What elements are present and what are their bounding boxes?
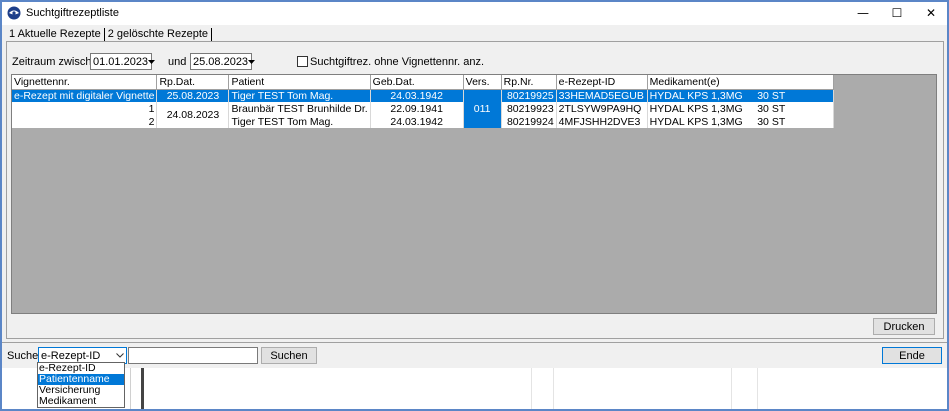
ende-button[interactable]: Ende	[882, 347, 942, 364]
cell-patient: Tiger TEST Tom Mag.	[228, 89, 371, 102]
dropdown-option-medikament[interactable]: Medikament	[38, 396, 124, 407]
cell-patient: Braunbär TEST Brunhilde Dr.	[228, 102, 371, 115]
tab-strip: 1 Aktuelle Rezepte 2 gelöschte Rezepte	[7, 27, 213, 41]
divider	[130, 368, 131, 411]
drucken-button[interactable]: Drucken	[873, 318, 935, 335]
ohne-vignette-label[interactable]: Suchtgiftrez. ohne Vignettennr. anz.	[310, 56, 484, 68]
main-window: Suchtgiftrezeptliste — ☐ ✕ 1 Aktuelle Re…	[0, 0, 949, 368]
cell-erezept: 33HEMAD5EGUB	[556, 89, 648, 102]
minimize-button[interactable]: —	[846, 1, 880, 25]
tab-separator	[211, 27, 213, 41]
background-area	[0, 368, 949, 411]
table-header: Vignettennr. Rp.Dat. Patient Geb.Dat. Ve…	[12, 75, 834, 90]
maximize-button[interactable]: ☐	[880, 1, 914, 25]
table-row[interactable]: e-Rezept mit digitaler Vignette 25.08.20…	[12, 89, 834, 128]
ohne-vignette-checkbox[interactable]	[297, 56, 308, 67]
cell-vignette: 2	[12, 115, 158, 128]
cell-gebdat: 24.03.1942	[370, 89, 464, 102]
cell-vignette: 1	[12, 102, 158, 115]
divider	[531, 368, 532, 411]
cell-rpnr: 80219923	[501, 102, 557, 115]
column-header-patient[interactable]: Patient	[228, 75, 371, 90]
column-header-vignette[interactable]: Vignettennr.	[12, 75, 158, 90]
date-to-picker[interactable]: 25.08.2023	[190, 53, 256, 70]
column-header-rpdat[interactable]: Rp.Dat.	[156, 75, 230, 90]
date-from-picker[interactable]: 01.01.2023	[90, 53, 156, 70]
cell-vers: 011	[463, 89, 502, 128]
tab-aktuelle-rezepte[interactable]: 1 Aktuelle Rezepte	[7, 28, 104, 40]
table-row[interactable]: 2 Tiger TEST Tom Mag. 24.03.1942 8021992…	[12, 115, 834, 128]
title-bar[interactable]: Suchtgiftrezeptliste — ☐ ✕	[1, 1, 948, 25]
close-button[interactable]: ✕	[914, 1, 948, 25]
cell-gebdat: 24.03.1942	[370, 115, 464, 128]
date-to-value: 25.08.2023	[193, 55, 249, 68]
column-header-erezept[interactable]: e-Rezept-ID	[556, 75, 648, 90]
column-header-rpnr[interactable]: Rp.Nr.	[501, 75, 557, 90]
cell-patient: Tiger TEST Tom Mag.	[228, 115, 371, 128]
divider	[731, 368, 732, 411]
cell-medikament: HYDAL KPS 1,3MG 30 ST	[647, 89, 834, 102]
cell-medikament: HYDAL KPS 1,3MG 30 ST	[647, 115, 834, 128]
date-from-value: 01.01.2023	[93, 55, 149, 68]
chevron-down-icon[interactable]	[248, 54, 256, 69]
cell-rpnr: 80219925	[501, 89, 557, 102]
cell-erezept: 2TLSYW9PA9HQ	[556, 102, 648, 115]
divider	[1, 342, 949, 343]
cell-rpnr: 80219924	[501, 115, 557, 128]
column-header-medikament[interactable]: Medikament(e)	[647, 75, 834, 90]
recipe-table: Vignettennr. Rp.Dat. Patient Geb.Dat. Ve…	[12, 75, 834, 128]
window-title: Suchtgiftrezeptliste	[26, 7, 119, 19]
search-input[interactable]	[128, 347, 258, 364]
cell-erezept: 4MFJSHH2DVE3	[556, 115, 648, 128]
search-field-value: e-Rezept-ID	[41, 349, 101, 362]
search-field-dropdown[interactable]: e-Rezept-ID Patientenname Versicherung M…	[37, 362, 125, 408]
chevron-down-icon[interactable]	[113, 348, 126, 363]
column-header-gebdat[interactable]: Geb.Dat.	[370, 75, 464, 90]
cell-vignette: e-Rezept mit digitaler Vignette	[12, 89, 158, 102]
column-header-vers[interactable]: Vers.	[463, 75, 502, 90]
und-label: und	[168, 56, 187, 68]
tab-geloeschte-rezepte[interactable]: 2 gelöschte Rezepte	[105, 28, 211, 40]
cell-medikament: HYDAL KPS 1,3MG 30 ST	[647, 102, 834, 115]
suche-label: Suche	[7, 350, 39, 362]
cell-rpdat: 25.08.2023	[156, 89, 230, 102]
divider	[141, 368, 144, 411]
recipe-grid[interactable]: Vignettennr. Rp.Dat. Patient Geb.Dat. Ve…	[11, 74, 937, 314]
app-icon	[7, 6, 21, 20]
divider	[757, 368, 758, 411]
chevron-down-icon[interactable]	[148, 54, 156, 69]
cell-gebdat: 22.09.1941	[370, 102, 464, 115]
suchen-button[interactable]: Suchen	[261, 347, 317, 364]
divider	[553, 368, 554, 411]
cell-rpdat: 24.08.2023	[156, 102, 230, 128]
table-row[interactable]: 1 24.08.2023 Braunbär TEST Brunhilde Dr.…	[12, 102, 834, 128]
